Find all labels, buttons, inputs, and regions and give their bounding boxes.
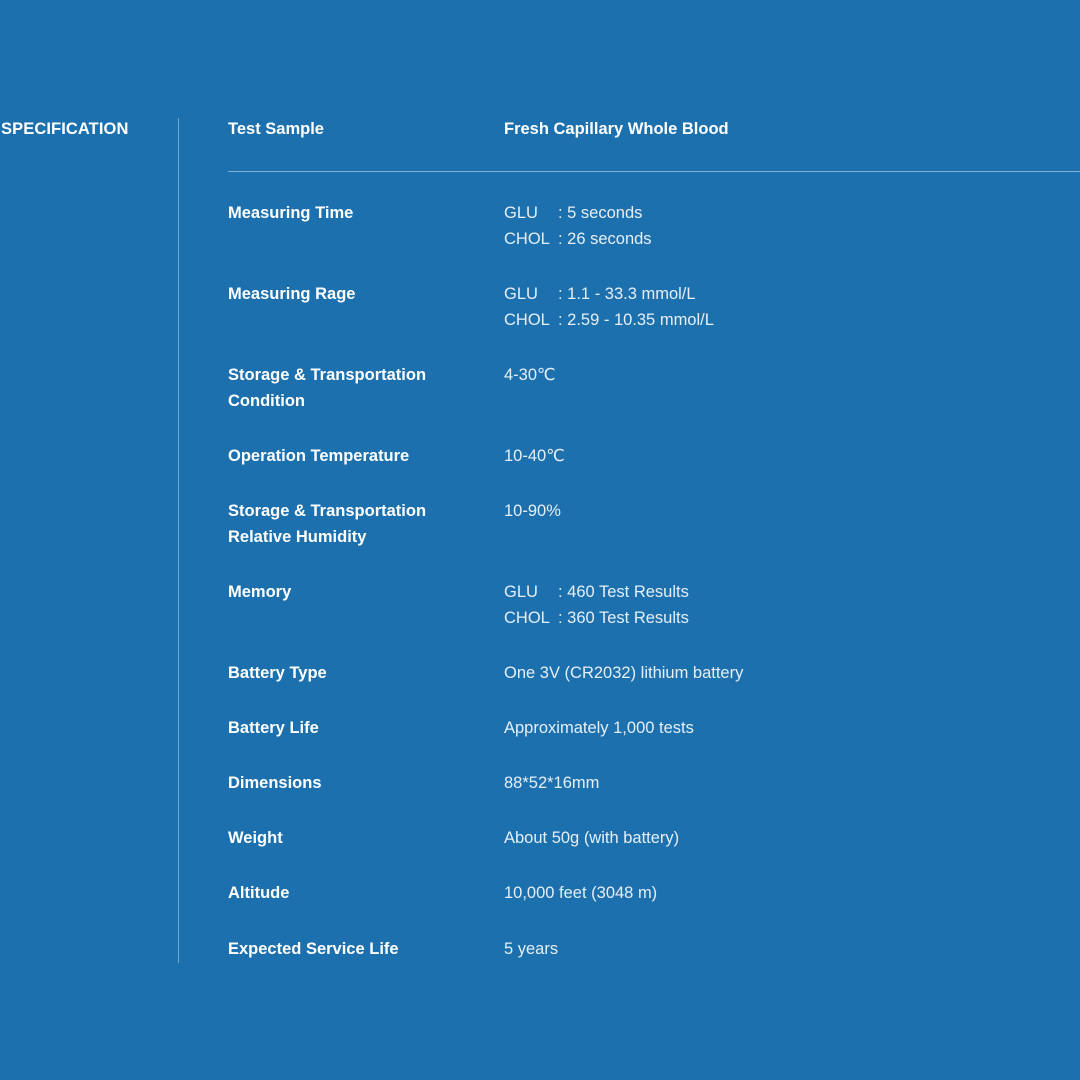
spec-label-line: Battery Life (228, 719, 319, 737)
spec-label-line: Memory (228, 583, 292, 601)
spec-value: About 50g (with battery) (504, 829, 680, 847)
spec-label: Storage & Transportation Relative Humidi… (228, 499, 488, 550)
spec-code: GLU (504, 204, 538, 222)
spec-value: GLU : 1.1 - 33.3 mmol/L CHOL : 2.59 - 10.3… (504, 282, 714, 333)
spec-label-line: Storage & Transportation (228, 366, 427, 384)
spec-label: Altitude (228, 881, 488, 907)
spec-text: : 360 Test Results (558, 608, 689, 627)
spec-text: : 1.1 - 33.3 mmol/L (558, 285, 696, 303)
spec-label: Storage & Transportation Condition (228, 363, 488, 414)
spec-label-line: Measuring Time (228, 204, 354, 222)
spec-label-line: Battery Type (228, 664, 327, 682)
spec-value-line: GLU : 5 seconds (504, 201, 652, 227)
spec-text: : 460 Test Results (558, 583, 689, 601)
spec-code: CHOL (504, 608, 550, 627)
spec-code: GLU (504, 285, 538, 303)
spec-label-line: Dimensions (228, 774, 322, 792)
spec-code: GLU (504, 583, 538, 601)
spec-value: 10-40℃ (504, 447, 565, 465)
spec-label: Measuring Rage (228, 282, 488, 308)
spec-label-line: Relative Humidity (228, 527, 367, 546)
spec-label-line: Condition (228, 391, 305, 410)
spec-label-line: Operation Temperature (228, 447, 410, 465)
spec-label: Operation Temperature (228, 444, 488, 470)
spec-value-line: GLU : 1.1 - 33.3 mmol/L (504, 282, 714, 308)
spec-value: One 3V (CR2032) lithium battery (504, 664, 744, 682)
spec-label: Battery Type (228, 661, 488, 687)
spec-label: Expected Service Life (228, 937, 488, 963)
spec-label: Memory (228, 580, 488, 606)
spec-label-line: Expected Service Life (228, 940, 399, 958)
spec-label: Measuring Time (228, 201, 488, 227)
spec-value: GLU : 5 seconds CHOL : 26 seconds (504, 201, 652, 252)
spec-value: GLU : 460 Test Results CHOL : 360 Test Res… (504, 580, 689, 631)
spec-value: Fresh Capillary Whole Blood (504, 120, 729, 138)
spec-value-line: CHOL : 360 Test Results (504, 606, 689, 632)
spec-label: Test Sample (228, 117, 488, 143)
spec-text: : 5 seconds (558, 204, 643, 222)
spec-value: 10-90% (504, 502, 561, 520)
spec-label: Battery Life (228, 716, 488, 742)
header-divider (228, 171, 1080, 172)
spec-text: : 26 seconds (558, 229, 652, 248)
spec-value: Approximately 1,000 tests (504, 719, 694, 737)
spec-value-line: GLU : 460 Test Results (504, 580, 689, 606)
spec-label-line: Test Sample (228, 120, 324, 138)
spec-value: 10,000 feet (3048 m) (504, 884, 658, 902)
spec-label: Weight (228, 826, 488, 852)
spec-label-line: Storage & Transportation (228, 502, 427, 520)
spec-code: CHOL (504, 229, 550, 248)
vertical-divider (178, 118, 179, 963)
spec-value: 5 years (504, 940, 559, 958)
spec-label-line: Measuring Rage (228, 285, 356, 303)
spec-label-line: Weight (228, 829, 283, 847)
spec-value-line: CHOL : 26 seconds (504, 227, 652, 253)
spec-value: 88*52*16mm (504, 774, 600, 792)
spec-value: 4-30℃ (504, 366, 556, 384)
spec-label: Dimensions (228, 771, 488, 797)
spec-text: : 2.59 - 10.35 mmol/L (558, 310, 714, 329)
spec-value-line: CHOL : 2.59 - 10.35 mmol/L (504, 308, 714, 334)
spec-code: CHOL (504, 310, 550, 329)
section-title: SPECIFICATION (1, 120, 129, 138)
spec-label-line: Altitude (228, 884, 290, 902)
